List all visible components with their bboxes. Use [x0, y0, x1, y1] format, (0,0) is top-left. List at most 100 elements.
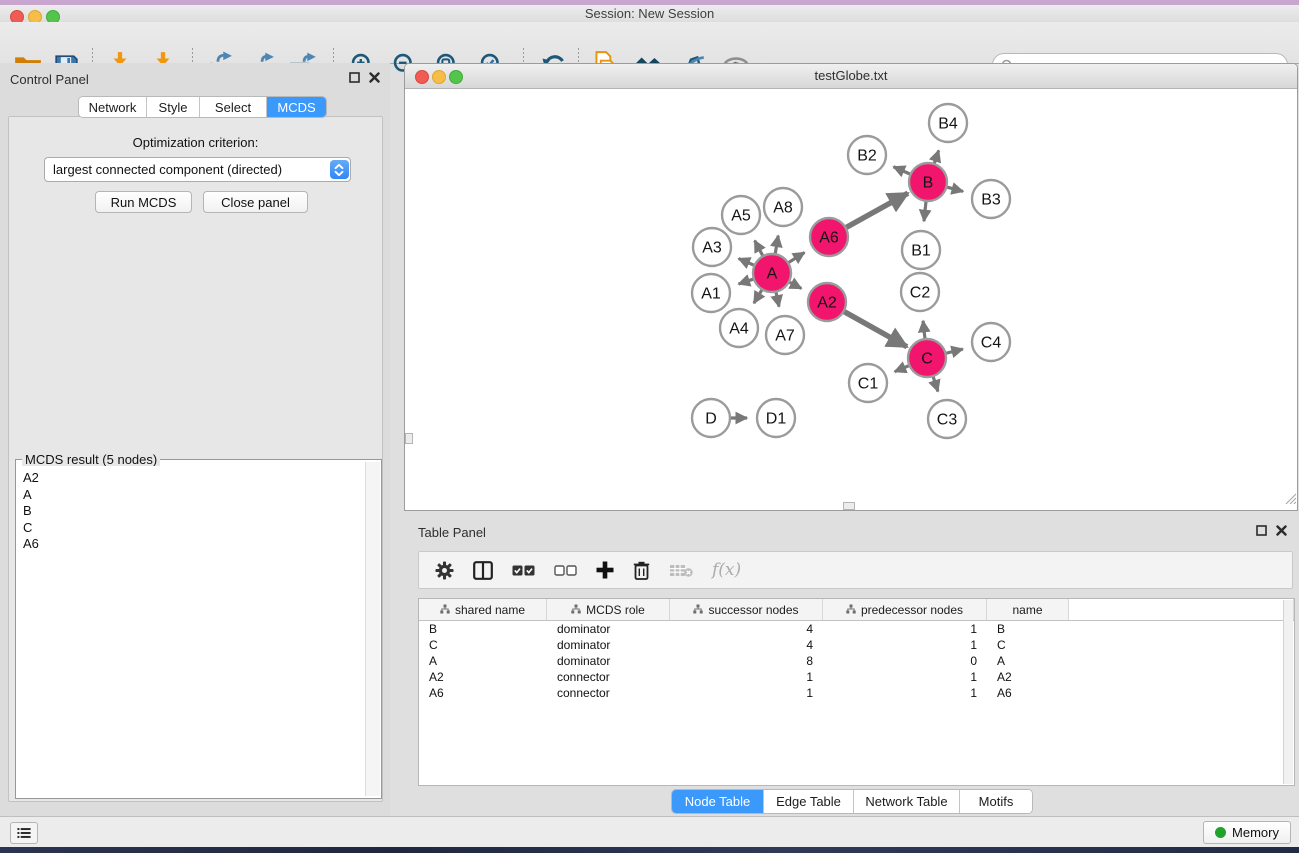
- tab-edge-table[interactable]: Edge Table: [764, 790, 854, 813]
- table-cell[interactable]: 1: [823, 622, 987, 636]
- table-cell[interactable]: 1: [670, 670, 823, 684]
- task-history-button[interactable]: [10, 822, 38, 844]
- table-cell[interactable]: C: [419, 638, 547, 652]
- network-window-title: testGlobe.txt: [405, 68, 1297, 83]
- criterion-dropdown[interactable]: largest connected component (directed): [44, 157, 351, 182]
- table-cell[interactable]: 1: [823, 638, 987, 652]
- table-row[interactable]: Bdominator41B: [419, 621, 1294, 637]
- table-cell[interactable]: 4: [670, 638, 823, 652]
- vertical-scrollbar-thumb[interactable]: [405, 433, 413, 444]
- mcds-result-item[interactable]: A: [23, 487, 365, 504]
- float-table-panel-icon[interactable]: [1256, 525, 1267, 536]
- table-cell[interactable]: 1: [823, 670, 987, 684]
- table-scrollbar[interactable]: [1283, 600, 1293, 784]
- table-cell[interactable]: A2: [419, 670, 547, 684]
- node-B2[interactable]: B2: [848, 136, 886, 174]
- node-C3[interactable]: C3: [928, 400, 966, 438]
- mcds-result-item[interactable]: A2: [23, 470, 365, 487]
- tab-mcds[interactable]: MCDS: [267, 97, 326, 117]
- close-panel-icon[interactable]: [369, 72, 380, 83]
- table-cell[interactable]: A: [987, 654, 1069, 668]
- memory-button[interactable]: Memory: [1203, 821, 1291, 844]
- node-C[interactable]: C: [908, 339, 946, 377]
- table-cell[interactable]: 0: [823, 654, 987, 668]
- table-cell[interactable]: dominator: [547, 638, 670, 652]
- node-B[interactable]: B: [909, 163, 947, 201]
- show-columns-button[interactable]: [473, 561, 493, 580]
- table-cell[interactable]: connector: [547, 670, 670, 684]
- node-D[interactable]: D: [692, 399, 730, 437]
- svg-text:C3: C3: [937, 412, 958, 429]
- node-B1[interactable]: B1: [902, 231, 940, 269]
- table-cell[interactable]: C: [987, 638, 1069, 652]
- table-cell[interactable]: A2: [987, 670, 1069, 684]
- table-row[interactable]: Adominator80A: [419, 653, 1294, 669]
- mcds-result-item[interactable]: A6: [23, 536, 365, 553]
- node-A8[interactable]: A8: [764, 188, 802, 226]
- node-A2[interactable]: A2: [808, 283, 846, 321]
- table-row[interactable]: Cdominator41C: [419, 637, 1294, 653]
- status-bar: Memory: [0, 816, 1299, 847]
- table-cell[interactable]: A6: [419, 686, 547, 700]
- svg-text:A6: A6: [819, 230, 839, 247]
- tab-style[interactable]: Style: [147, 97, 200, 117]
- tab-select[interactable]: Select: [200, 97, 267, 117]
- function-builder-button[interactable]: f(x): [712, 560, 741, 580]
- node-A5[interactable]: A5: [722, 196, 760, 234]
- table-cell[interactable]: A6: [987, 686, 1069, 700]
- close-table-panel-icon[interactable]: [1276, 525, 1287, 536]
- table-cell[interactable]: 1: [670, 686, 823, 700]
- mcds-result-item[interactable]: C: [23, 520, 365, 537]
- table-cell[interactable]: dominator: [547, 654, 670, 668]
- column-header-shared-name[interactable]: shared name: [419, 599, 547, 620]
- network-window-titlebar[interactable]: testGlobe.txt: [405, 64, 1297, 89]
- mcds-result-item[interactable]: B: [23, 503, 365, 520]
- hierarchy-icon: [440, 603, 450, 617]
- table-cell[interactable]: 1: [823, 686, 987, 700]
- column-header-name[interactable]: name: [987, 599, 1069, 620]
- resize-grip[interactable]: [1283, 491, 1296, 509]
- node-C4[interactable]: C4: [972, 323, 1010, 361]
- horizontal-scrollbar-thumb[interactable]: [843, 502, 855, 510]
- node-B4[interactable]: B4: [929, 104, 967, 142]
- column-header-MCDS-role[interactable]: MCDS role: [547, 599, 670, 620]
- close-panel-button[interactable]: Close panel: [203, 191, 308, 213]
- table-row[interactable]: A2connector11A2: [419, 669, 1294, 685]
- node-A4[interactable]: A4: [720, 309, 758, 347]
- table-row[interactable]: A6connector11A6: [419, 685, 1294, 701]
- node-B3[interactable]: B3: [972, 180, 1010, 218]
- table-cell[interactable]: connector: [547, 686, 670, 700]
- table-cell[interactable]: B: [987, 622, 1069, 636]
- delete-column-button[interactable]: [633, 561, 650, 580]
- node-A6[interactable]: A6: [810, 218, 848, 256]
- run-mcds-button[interactable]: Run MCDS: [95, 191, 192, 213]
- table-cell[interactable]: B: [419, 622, 547, 636]
- create-column-button[interactable]: [596, 561, 614, 579]
- tab-network[interactable]: Network: [79, 97, 147, 117]
- node-D1[interactable]: D1: [757, 399, 795, 437]
- table-cell[interactable]: 4: [670, 622, 823, 636]
- table-cell[interactable]: 8: [670, 654, 823, 668]
- select-all-button[interactable]: [512, 564, 535, 577]
- result-scrollbar[interactable]: [365, 462, 380, 796]
- node-C2[interactable]: C2: [901, 273, 939, 311]
- column-header-label: predecessor nodes: [861, 603, 963, 617]
- table-settings-button[interactable]: [435, 561, 454, 580]
- table-cell[interactable]: A: [419, 654, 547, 668]
- node-A3[interactable]: A3: [693, 228, 731, 266]
- tab-node-table[interactable]: Node Table: [672, 790, 764, 813]
- column-header-successor-nodes[interactable]: successor nodes: [670, 599, 823, 620]
- tab-motifs[interactable]: Motifs: [960, 790, 1032, 813]
- float-panel-icon[interactable]: [349, 72, 360, 83]
- memory-label: Memory: [1232, 825, 1279, 840]
- delete-table-button[interactable]: [669, 563, 693, 578]
- node-A1[interactable]: A1: [692, 274, 730, 312]
- node-A7[interactable]: A7: [766, 316, 804, 354]
- node-A[interactable]: A: [753, 254, 791, 292]
- column-header-predecessor-nodes[interactable]: predecessor nodes: [823, 599, 987, 620]
- network-canvas[interactable]: A A1 A2 A3 A4 A5 A6 A7 A8 B B1 B2 B3B4 C C1 C2 C3 C4 D D1: [405, 89, 1297, 510]
- table-cell[interactable]: dominator: [547, 622, 670, 636]
- deselect-all-button[interactable]: [554, 564, 577, 577]
- tab-network-table[interactable]: Network Table: [854, 790, 960, 813]
- node-C1[interactable]: C1: [849, 364, 887, 402]
